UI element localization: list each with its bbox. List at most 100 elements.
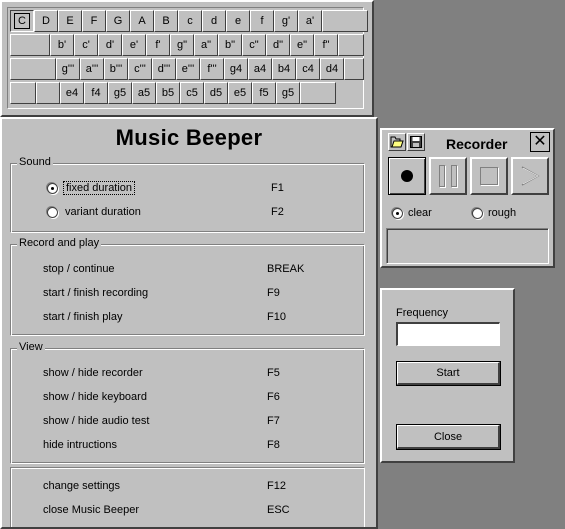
piano-key[interactable]: f5: [252, 82, 276, 104]
piano-key-label: D: [42, 15, 50, 27]
piano-key-label: c: [187, 15, 193, 27]
option-variant-duration[interactable]: variant duration F2: [47, 206, 356, 222]
piano-key-label: e4: [65, 87, 79, 99]
piano-key[interactable]: c5: [180, 82, 204, 104]
piano-key-label: c': [82, 39, 90, 51]
item-show-hide-keyboard[interactable]: show / hide keyboard F6: [43, 391, 356, 407]
piano-key[interactable]: e5: [228, 82, 252, 104]
piano-key[interactable]: a": [194, 34, 218, 56]
close-app-label: close Music Beeper: [43, 504, 139, 516]
piano-key[interactable]: b''': [104, 58, 128, 80]
recorder-status-area: [386, 228, 549, 264]
piano-key[interactable]: c''': [128, 58, 152, 80]
piano-key[interactable]: g5: [108, 82, 132, 104]
piano-key[interactable]: a5: [132, 82, 156, 104]
audio-test-panel: Frequency Start Close: [380, 288, 515, 463]
piano-key[interactable]: b": [218, 34, 242, 56]
piano-key[interactable]: g": [170, 34, 194, 56]
piano-key[interactable]: e4: [60, 82, 84, 104]
piano-key[interactable]: B: [154, 10, 178, 32]
piano-key[interactable]: f': [146, 34, 170, 56]
record-button[interactable]: [388, 157, 426, 195]
radio-clear[interactable]: [392, 208, 403, 219]
start-button[interactable]: Start: [396, 361, 501, 386]
piano-key[interactable]: c4: [296, 58, 320, 80]
keyboard-blank-key: [10, 34, 50, 56]
piano-key-label: c": [249, 39, 259, 51]
piano-key-label: d4: [325, 63, 339, 75]
piano-key[interactable]: c': [74, 34, 98, 56]
piano-key[interactable]: d4: [320, 58, 344, 80]
item-close-music-beeper[interactable]: close Music Beeper ESC: [43, 504, 356, 520]
piano-key[interactable]: g5: [276, 82, 300, 104]
piano-key[interactable]: d: [202, 10, 226, 32]
piano-key[interactable]: e": [290, 34, 314, 56]
item-hide-instructions[interactable]: hide intructions F8: [43, 439, 356, 455]
folder-open-icon[interactable]: [388, 133, 406, 151]
pause-button[interactable]: [429, 157, 467, 195]
piano-key-label: E: [66, 15, 74, 27]
piano-key-label: a''': [85, 63, 99, 75]
stop-continue-label: stop / continue: [43, 263, 115, 275]
piano-key[interactable]: f4: [84, 82, 108, 104]
piano-key[interactable]: f: [250, 10, 274, 32]
piano-key[interactable]: d''': [152, 58, 176, 80]
piano-key[interactable]: E: [58, 10, 82, 32]
recorder-toggle-label: show / hide recorder: [43, 367, 143, 379]
item-show-hide-audio-test[interactable]: show / hide audio test F7: [43, 415, 356, 431]
piano-key[interactable]: g''': [56, 58, 80, 80]
keyboard-blank-key: [10, 58, 56, 80]
piano-key-label: a": [200, 39, 212, 51]
piano-key[interactable]: G: [106, 10, 130, 32]
keyboard-toggle-shortcut: F6: [267, 391, 280, 403]
radio-variant-duration[interactable]: [47, 207, 58, 218]
record-group-label: Record and play: [17, 237, 102, 249]
piano-key[interactable]: e''': [176, 58, 200, 80]
view-group-label: View: [17, 341, 45, 353]
variant-duration-label: variant duration: [65, 206, 141, 218]
piano-key[interactable]: d5: [204, 82, 228, 104]
piano-key-label: c5: [186, 87, 198, 99]
frequency-input[interactable]: [396, 322, 500, 346]
piano-key[interactable]: b': [50, 34, 74, 56]
item-stop-continue[interactable]: stop / continue BREAK: [43, 263, 356, 279]
piano-key[interactable]: a4: [248, 58, 272, 80]
piano-key[interactable]: c: [178, 10, 202, 32]
piano-key[interactable]: e: [226, 10, 250, 32]
piano-key[interactable]: a''': [80, 58, 104, 80]
piano-key[interactable]: d': [98, 34, 122, 56]
item-show-hide-recorder[interactable]: show / hide recorder F5: [43, 367, 356, 383]
piano-key-label: c''': [134, 63, 146, 75]
close-icon[interactable]: ✕: [530, 132, 550, 152]
play-button[interactable]: [511, 157, 549, 195]
piano-key[interactable]: C: [10, 10, 34, 32]
piano-key-label: c4: [302, 63, 314, 75]
change-settings-shortcut: F12: [267, 480, 286, 492]
stop-button[interactable]: [470, 157, 508, 195]
stop-continue-shortcut: BREAK: [267, 263, 305, 275]
piano-key[interactable]: g4: [224, 58, 248, 80]
piano-key[interactable]: f''': [200, 58, 224, 80]
close-button[interactable]: Close: [396, 424, 501, 450]
piano-key-label: b": [224, 39, 236, 51]
piano-key[interactable]: A: [130, 10, 154, 32]
piano-key[interactable]: b4: [272, 58, 296, 80]
piano-key[interactable]: f": [314, 34, 338, 56]
save-icon[interactable]: [407, 133, 425, 151]
piano-key-label: F: [90, 15, 98, 27]
clear-label: clear: [408, 207, 432, 219]
piano-key[interactable]: g': [274, 10, 298, 32]
item-start-finish-play[interactable]: start / finish play F10: [43, 311, 356, 327]
option-fixed-duration[interactable]: fixed duration F1: [47, 181, 356, 198]
piano-key[interactable]: D: [34, 10, 58, 32]
piano-key[interactable]: b5: [156, 82, 180, 104]
item-start-finish-recording[interactable]: start / finish recording F9: [43, 287, 356, 303]
item-change-settings[interactable]: change settings F12: [43, 480, 356, 496]
radio-rough[interactable]: [472, 208, 483, 219]
piano-key[interactable]: a': [298, 10, 322, 32]
piano-key[interactable]: F: [82, 10, 106, 32]
piano-key[interactable]: d": [266, 34, 290, 56]
radio-fixed-duration[interactable]: [47, 183, 58, 194]
piano-key[interactable]: c": [242, 34, 266, 56]
piano-key[interactable]: e': [122, 34, 146, 56]
